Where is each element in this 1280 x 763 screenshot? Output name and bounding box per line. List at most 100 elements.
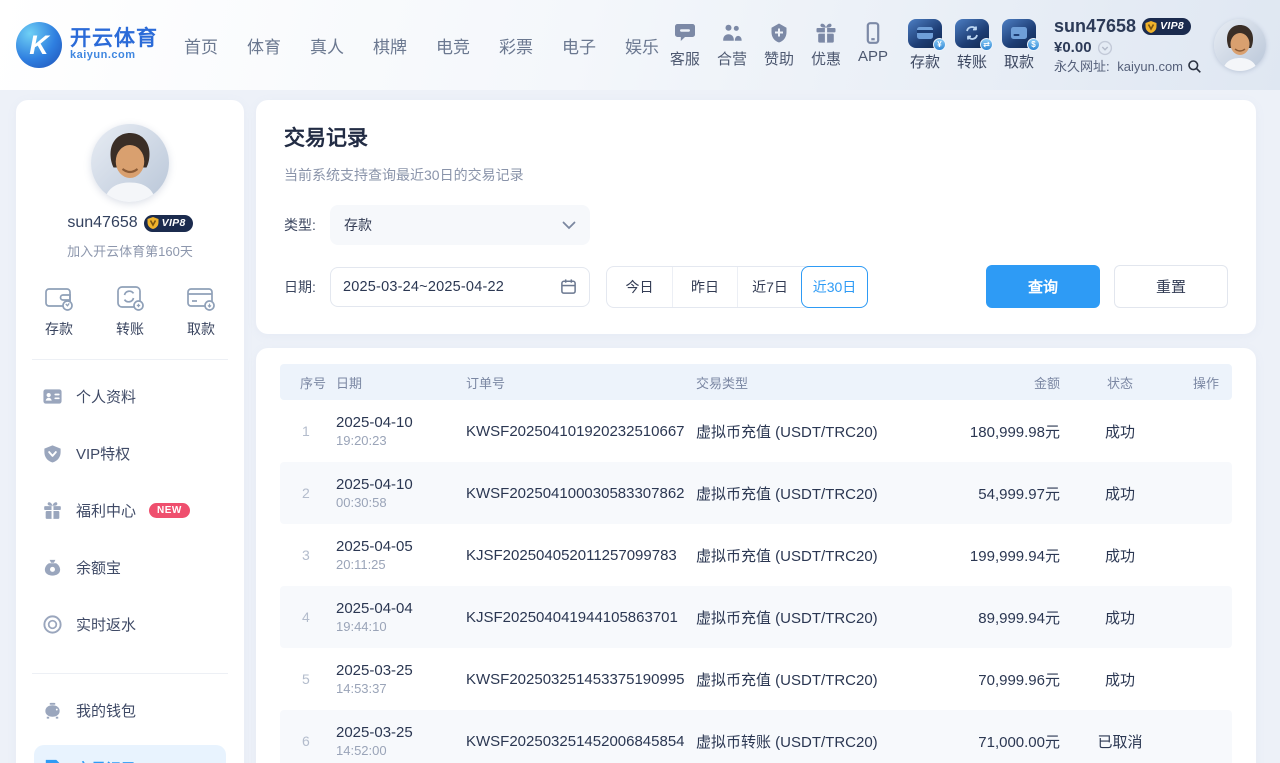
balance-amount: ¥0.00 xyxy=(1054,39,1092,58)
table-row: 4 2025-04-0419:44:10 KJSF202504041944105… xyxy=(280,586,1232,648)
nav-esports[interactable]: 电竞 xyxy=(436,33,470,58)
time-text: 00:30:58 xyxy=(336,495,466,510)
sidebar-item-vip[interactable]: VIP特权 xyxy=(34,425,226,482)
sidebar-quick-actions: 存款 转账 取款 xyxy=(34,284,226,339)
site-url: kaiyun.com xyxy=(1117,59,1183,75)
date-text: 2025-04-10 xyxy=(336,476,466,493)
range-7days-button[interactable]: 近7日 xyxy=(737,267,802,307)
sidebar-item-profile[interactable]: 个人资料 xyxy=(34,368,226,425)
sidebar-item-label: 交易记录 xyxy=(76,758,136,763)
reset-button[interactable]: 重置 xyxy=(1114,265,1228,308)
customer-service-label: 客服 xyxy=(670,48,700,69)
cell-date: 2025-04-0419:44:10 xyxy=(336,600,466,634)
sponsor-label: 赞助 xyxy=(764,48,794,69)
sidebar-menu-wallet: 我的钱包 交易记录 xyxy=(34,682,226,763)
page-subtitle: 当前系统支持查询最近30日的交易记录 xyxy=(284,165,1228,185)
cell-date: 2025-03-2514:52:00 xyxy=(336,724,466,758)
id-card-icon xyxy=(42,386,63,407)
sidebar-menu: 个人资料 VIP特权 福利中心 NEW 余额宝 实时返水 xyxy=(34,368,226,653)
withdraw-badge-icon: $ xyxy=(1027,38,1040,51)
vip-shield-icon xyxy=(146,216,160,230)
sidebar-deposit-button[interactable]: 存款 xyxy=(44,284,74,339)
sidebar-item-wallet[interactable]: 我的钱包 xyxy=(34,682,226,739)
card-outline-icon xyxy=(186,284,216,312)
nav-chess[interactable]: 棋牌 xyxy=(373,33,407,58)
nav-slots[interactable]: 电子 xyxy=(562,33,596,58)
nav-live[interactable]: 真人 xyxy=(310,33,344,58)
vip-badge: VIP8 xyxy=(1142,18,1191,35)
sidebar-transfer-button[interactable]: 转账 xyxy=(115,284,145,339)
logo-domain: kaiyun.com xyxy=(70,50,158,62)
cell-no: 1 xyxy=(280,423,336,439)
deposit-button[interactable]: ¥ 存款 xyxy=(908,19,942,72)
range-today-button[interactable]: 今日 xyxy=(607,267,672,307)
cell-order: KJSF202504041944105863701 xyxy=(466,609,696,626)
col-amount: 金额 xyxy=(926,373,1060,392)
date-text: 2025-04-04 xyxy=(336,600,466,617)
cell-amount: 70,999.96元 xyxy=(926,669,1060,690)
table-row: 1 2025-04-1019:20:23 KWSF202504101920232… xyxy=(280,400,1232,462)
cell-amount: 180,999.98元 xyxy=(926,421,1060,442)
range-yesterday-button[interactable]: 昨日 xyxy=(672,267,737,307)
vip-privilege-icon xyxy=(42,443,63,464)
table-body: 1 2025-04-1019:20:23 KWSF202504101920232… xyxy=(280,400,1232,763)
piggy-bank-icon xyxy=(42,700,63,721)
promo-button[interactable]: 优惠 xyxy=(811,21,841,69)
type-filter-label: 类型: xyxy=(284,215,330,235)
cell-date: 2025-04-10 00:30:58 xyxy=(336,476,466,510)
cell-type: 虚拟币充值 (USDT/TRC20) xyxy=(696,607,926,628)
sidebar-item-yuebao[interactable]: 余额宝 xyxy=(34,539,226,596)
app-button[interactable]: APP xyxy=(858,21,888,69)
nav-sports[interactable]: 体育 xyxy=(247,33,281,58)
cell-status: 已取消 xyxy=(1060,731,1180,752)
withdraw-button[interactable]: $ 取款 xyxy=(1002,19,1036,72)
cell-status: 成功 xyxy=(1060,483,1180,504)
query-button[interactable]: 查询 xyxy=(986,265,1100,308)
sidebar-item-label: 实时返水 xyxy=(76,614,136,635)
site-logo[interactable]: K 开云体育 kaiyun.com xyxy=(16,22,158,68)
app-label: APP xyxy=(858,48,888,65)
utility-menu: 客服 合营 赞助 优惠 APP xyxy=(670,21,888,69)
transfer-button[interactable]: ⇄ 转账 xyxy=(955,19,989,72)
page-title: 交易记录 xyxy=(284,122,1228,152)
nav-casino[interactable]: 娱乐 xyxy=(625,33,659,58)
user-avatar[interactable] xyxy=(1214,19,1266,71)
col-status: 状态 xyxy=(1060,373,1180,392)
money-bag-icon xyxy=(42,557,63,578)
vip-level: VIP8 xyxy=(1160,20,1184,33)
chat-icon xyxy=(673,21,697,45)
nav-lottery[interactable]: 彩票 xyxy=(499,33,533,58)
gift-icon xyxy=(814,21,838,45)
sidebar-avatar[interactable] xyxy=(91,124,169,202)
sidebar-item-rebate[interactable]: 实时返水 xyxy=(34,596,226,653)
range-30days-button[interactable]: 近30日 xyxy=(801,266,868,308)
type-select[interactable]: 存款 xyxy=(330,205,590,245)
wallet-actions: ¥ 存款 ⇄ 转账 $ 取款 xyxy=(908,19,1036,72)
cell-status: 成功 xyxy=(1060,421,1180,442)
cell-order: KWSF202504100030583307862 xyxy=(466,485,696,502)
refresh-balance-icon[interactable] xyxy=(1097,40,1113,56)
cell-no: 6 xyxy=(280,733,336,749)
cell-status: 成功 xyxy=(1060,607,1180,628)
cell-date: 2025-04-1019:20:23 xyxy=(336,414,466,448)
sidebar-item-label: VIP特权 xyxy=(76,443,130,464)
search-icon[interactable] xyxy=(1187,59,1202,74)
partner-button[interactable]: 合营 xyxy=(717,21,747,69)
sponsor-button[interactable]: 赞助 xyxy=(764,21,794,69)
sidebar-item-transactions[interactable]: 交易记录 xyxy=(34,745,226,763)
sidebar-withdraw-button[interactable]: 取款 xyxy=(186,284,216,339)
time-text: 20:11:25 xyxy=(336,557,466,572)
date-text: 2025-03-25 xyxy=(336,724,466,741)
transfer-icon: ⇄ xyxy=(955,19,989,48)
withdraw-icon: $ xyxy=(1002,19,1036,48)
sidebar-item-welfare[interactable]: 福利中心 NEW xyxy=(34,482,226,539)
calendar-icon xyxy=(560,278,577,295)
sidebar: sun47658 VIP8 加入开云体育第160天 存款 转账 取款 xyxy=(16,100,244,763)
nav-home[interactable]: 首页 xyxy=(184,33,218,58)
withdraw-label: 取款 xyxy=(1004,51,1034,72)
transfer-badge-icon: ⇄ xyxy=(980,38,993,51)
customer-service-button[interactable]: 客服 xyxy=(670,21,700,69)
cell-order: KJSF202504052011257099783 xyxy=(466,547,696,564)
date-range-input[interactable]: 2025-03-24~2025-04-22 xyxy=(330,267,590,307)
site-url-label: 永久网址: xyxy=(1054,59,1110,75)
